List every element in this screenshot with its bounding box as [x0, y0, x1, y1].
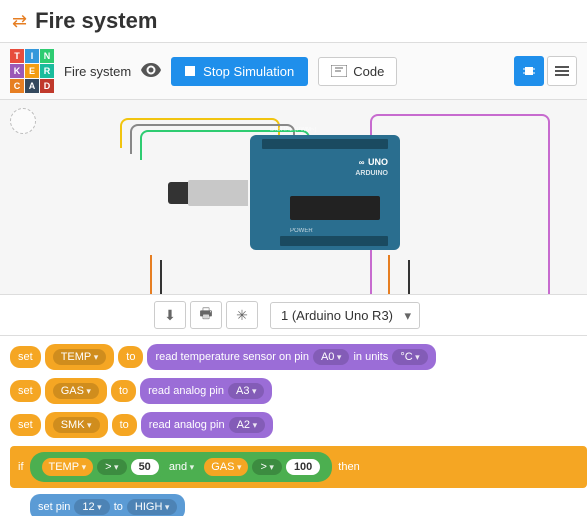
page-header: ⇄ Fire system — [0, 0, 587, 42]
view-toggle — [514, 56, 577, 86]
board-label: ∞ UNO ARDUINO — [355, 157, 388, 177]
debug-button[interactable]: ✳ — [226, 301, 258, 329]
stop-icon — [185, 66, 195, 76]
chip-icon — [522, 64, 536, 78]
tinkercad-logo[interactable]: TIN KER CAD — [10, 49, 54, 93]
usb-connector — [188, 180, 248, 206]
code-button[interactable]: Code — [318, 57, 397, 86]
analog-pins[interactable] — [280, 236, 388, 246]
fullscreen-button[interactable] — [10, 108, 36, 134]
microcontroller-chip — [290, 196, 380, 220]
print-button[interactable]: 🖶 — [190, 301, 222, 329]
board-selector[interactable]: 1 (Arduino Uno R3) — [270, 302, 420, 329]
usb-cable — [168, 182, 188, 204]
digital-pins[interactable] — [262, 139, 388, 149]
circuit-canvas[interactable]: DIGITAL (PWM~) ∞ UNO ARDUINO POWER — [0, 100, 587, 295]
stop-label: Stop Simulation — [203, 64, 294, 79]
bug-icon: ✳ — [236, 307, 248, 324]
page-title: Fire system — [35, 8, 157, 34]
selected-board: 1 (Arduino Uno R3) — [281, 308, 393, 323]
list-view-button[interactable] — [547, 56, 577, 86]
retweet-icon: ⇄ — [12, 11, 27, 32]
blocks-editor[interactable]: set TEMP to read temperature sensor on p… — [0, 336, 587, 516]
component-view-button[interactable] — [514, 56, 544, 86]
project-name[interactable]: Fire system — [64, 64, 131, 79]
main-toolbar: TIN KER CAD Fire system Stop Simulation … — [0, 42, 587, 100]
condition-and[interactable]: TEMP > 50 and GAS > 100 — [30, 452, 333, 482]
block-set-temp[interactable]: set TEMP to read temperature sensor on p… — [10, 344, 587, 370]
code-label: Code — [353, 64, 384, 79]
block-set-gas[interactable]: set GAS to read analog pin A3 — [10, 378, 587, 404]
arduino-board[interactable]: DIGITAL (PWM~) ∞ UNO ARDUINO POWER — [250, 135, 400, 250]
block-set-smk[interactable]: set SMK to read analog pin A2 — [10, 412, 587, 438]
block-if[interactable]: if TEMP > 50 and GAS > 100 then — [10, 446, 587, 488]
stop-simulation-button[interactable]: Stop Simulation — [171, 57, 308, 86]
download-button[interactable]: ⬇ — [154, 301, 186, 329]
download-icon: ⬇ — [164, 307, 176, 324]
block-set-pin[interactable]: set pin 12 to HIGH — [30, 494, 587, 516]
printer-icon: 🖶 — [199, 303, 212, 327]
list-icon — [555, 65, 569, 77]
code-icon — [331, 65, 347, 77]
code-toolbar: ⬇ 🖶 ✳ 1 (Arduino Uno R3) — [0, 295, 587, 336]
visibility-icon[interactable] — [141, 63, 161, 80]
